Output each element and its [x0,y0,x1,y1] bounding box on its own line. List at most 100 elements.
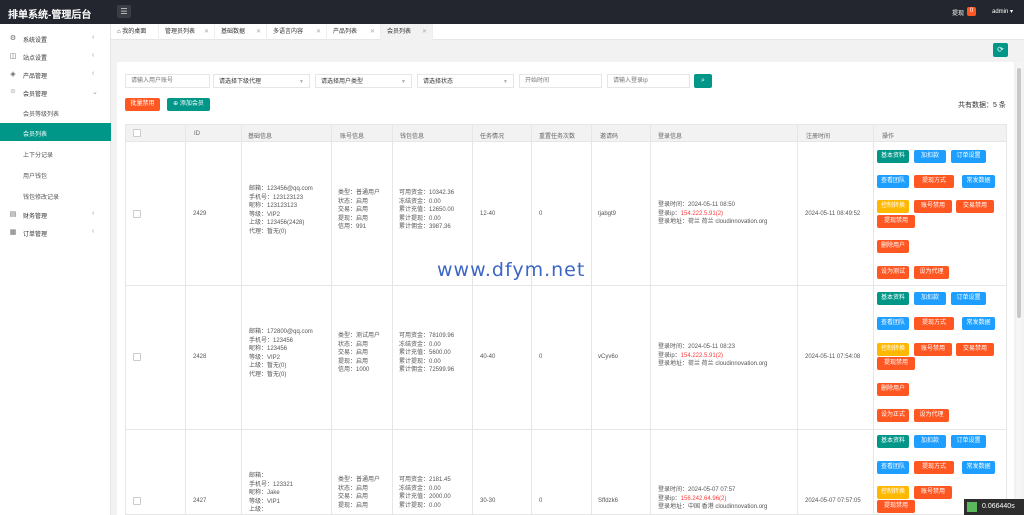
trade-control-button[interactable]: 控制转换 [877,486,909,499]
deduct-button[interactable]: 加扣款 [914,292,946,305]
tab-basic-data[interactable]: 基础数据 ✕ [215,24,267,40]
cell-invite-code: vCyv6o [598,354,619,360]
close-icon[interactable]: ✕ [370,24,375,40]
refresh-icon[interactable]: ⟳ [993,43,1008,57]
sidebar-item-orders[interactable]: ▦ 订单管理 ‹ [0,223,111,241]
add-member-button[interactable]: ⊕ 添加会员 [167,98,210,111]
tab-label: 产品列表 [333,29,358,35]
close-icon[interactable]: ✕ [422,24,427,40]
account-search-input[interactable] [125,74,210,88]
tab-desktop[interactable]: ⌂ 我的桌面 [111,24,159,40]
withdraw-method-button[interactable]: 提现方式 [914,461,954,474]
sidebar-item-wallets[interactable]: 用户钱包 [0,165,111,183]
trade-disable-button[interactable]: 交易禁用 [956,343,994,356]
basic-line: 代理：暂无(0) [249,371,287,378]
account-disable-button[interactable]: 账号禁用 [914,486,952,499]
close-icon[interactable]: ✕ [256,24,261,40]
sidebar-item-points-log[interactable]: 上下分记录 [0,144,111,162]
user-menu[interactable]: admin ▾ [992,8,1013,15]
user-icon: ☺ [9,88,17,95]
column-divider [591,124,592,515]
deduct-button[interactable]: 加扣款 [914,435,946,448]
order-icon: ▦ [9,229,17,236]
wallet-line: 可用资金：2181.45 [399,477,451,483]
withdraw-disable-button[interactable]: 提现禁用 [877,357,915,370]
account-disable-button[interactable]: 账号禁用 [914,200,952,213]
select-all-checkbox[interactable] [133,129,141,137]
row-checkbox[interactable] [133,353,141,361]
login-ip: 156.242.64.96(2) [680,495,727,502]
view-team-button[interactable]: 查看团队 [877,175,909,188]
tab-members[interactable]: 会员列表 ✕ [381,24,433,40]
search-button[interactable]: ⌕ [694,74,712,88]
set-test-button[interactable]: 设为测试 [877,266,909,279]
deduct-button[interactable]: 加扣款 [914,150,946,163]
row-checkbox[interactable] [133,210,141,218]
status-select-value: 请选择状态 [423,79,454,85]
delete-user-button[interactable]: 删除用户 [877,383,909,396]
withdraw-disable-button[interactable]: 提现禁用 [877,500,915,513]
view-team-button[interactable]: 查看团队 [877,317,909,330]
watermark: www.dfym.net [437,259,586,281]
batch-disable-button[interactable]: 批量禁用 [125,98,160,111]
set-agent-button[interactable]: 设为代理 [914,266,949,279]
withdraw-count-badge[interactable]: 0 [967,7,976,16]
sidebar-item-system[interactable]: ⚙ 系统设置 ‹ [0,29,111,47]
account-disable-button[interactable]: 账号禁用 [914,343,952,356]
agent-select[interactable]: 请选择下级代理 ▼ [213,74,310,88]
basic-info-button[interactable]: 基本资料 [877,435,909,448]
bank-data-button[interactable]: 常发数据 [962,317,995,330]
withdraw-disable-button[interactable]: 提现禁用 [877,215,915,228]
sidebar-item-member-list[interactable]: 会员列表 [0,123,111,141]
start-time-input[interactable] [519,74,602,88]
bank-data-button[interactable]: 常发数据 [962,175,995,188]
tab-admins[interactable]: 管理员列表 ✕ [159,24,215,40]
sidebar-item-finance[interactable]: ▤ 财务管理 ‹ [0,205,111,223]
sidebar-item-members[interactable]: ☺ 会员管理 ⌄ [0,83,111,101]
trade-disable-button[interactable]: 交易禁用 [956,200,994,213]
close-icon[interactable]: ✕ [204,24,209,40]
account-line: 交易：启用 [338,350,369,357]
basic-line: 等级：VIP2 [249,354,281,361]
wallet-line: 冻结资金：0.00 [399,341,441,348]
scrollbar-thumb[interactable] [1017,68,1021,318]
account-line: 信用：991 [338,224,367,231]
column-divider [797,124,798,515]
withdraw-tip-link[interactable]: 提现 [952,8,964,17]
menu-toggle-icon[interactable]: ☰ [117,5,131,18]
login-ip-input[interactable] [607,74,690,88]
withdraw-method-button[interactable]: 提现方式 [914,317,954,330]
basic-line: 等级：VIP2 [249,211,281,218]
sidebar-item-products[interactable]: ◈ 产品管理 ‹ [0,65,111,83]
set-agent-button[interactable]: 设为代理 [914,409,949,422]
close-icon[interactable]: ✕ [316,24,321,40]
order-settings-button[interactable]: 订单设置 [951,292,986,305]
sidebar-item-label: 系统设置 [23,38,48,44]
trade-control-button[interactable]: 控制转换 [877,343,909,356]
basic-info-button[interactable]: 基本资料 [877,150,909,163]
sidebar-item-site[interactable]: ◫ 站点设置 ‹ [0,47,111,65]
account-line: 交易：启用 [338,494,369,501]
tab-i18n[interactable]: 多语言内容 ✕ [267,24,327,40]
order-settings-button[interactable]: 订单设置 [951,435,986,448]
account-line: 提现：启用 [338,215,369,222]
basic-info-button[interactable]: 基本资料 [877,292,909,305]
status-select[interactable]: 请选择状态 ▼ [417,74,514,88]
view-team-button[interactable]: 查看团队 [877,461,909,474]
column-header: 操作 [882,134,895,140]
row-checkbox[interactable] [133,497,141,505]
sidebar-item-member-levels[interactable]: 会员等级列表 [0,103,111,121]
delete-user-button[interactable]: 删除用户 [877,240,909,253]
home-icon: ⌂ [117,29,121,35]
user-type-select[interactable]: 请选择用户类型 ▼ [315,74,412,88]
trade-control-button[interactable]: 控制转换 [877,200,909,213]
cell-account-info: 类型：普通用户 状态：启用 交易：启用 提现：启用 信用：991 [338,189,380,232]
order-settings-button[interactable]: 订单设置 [951,150,986,163]
set-formal-button[interactable]: 设为正式 [877,409,909,422]
sidebar-item-wallet-log[interactable]: 钱包修改记录 [0,186,111,204]
bank-data-button[interactable]: 常发数据 [962,461,995,474]
withdraw-method-button[interactable]: 提现方式 [914,175,954,188]
column-header: 任务情况 [480,134,505,140]
tab-products[interactable]: 产品列表 ✕ [327,24,381,40]
tab-label: 基础数据 [221,29,246,35]
